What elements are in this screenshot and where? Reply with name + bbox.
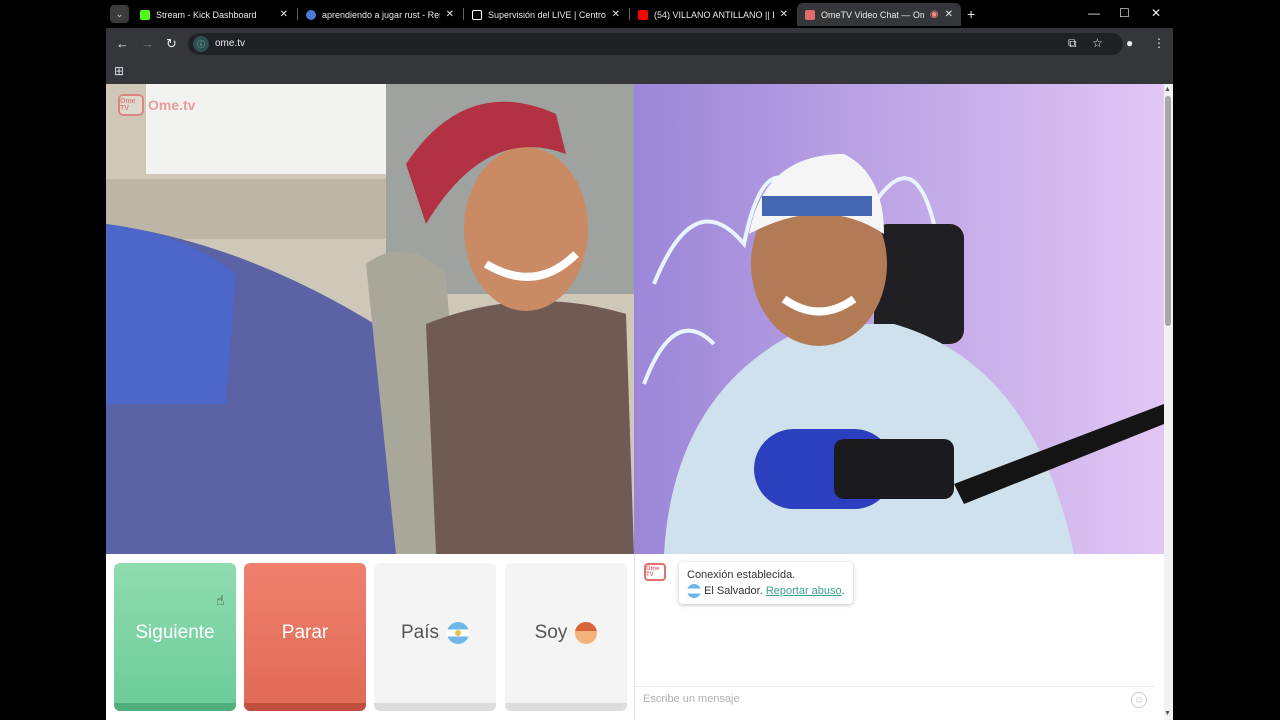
country-button[interactable]: País — [374, 563, 496, 711]
tab-title: (54) VILLANO ANTILLANO || BZ — [654, 9, 774, 20]
bookmark-star-icon[interactable]: ☆ — [1092, 36, 1103, 50]
message-input[interactable] — [635, 687, 1115, 711]
close-icon[interactable]: ✕ — [446, 9, 454, 20]
chat-panel: Ome TV Conexión establecida. El Salvador… — [634, 554, 1155, 720]
stop-button-label: Parar — [281, 622, 329, 643]
flag-icon — [687, 584, 701, 599]
install-app-icon[interactable]: ⧉ — [1068, 36, 1077, 51]
ometv-watermark: Ome TV Ome.tv — [118, 94, 195, 116]
country-text: El Salvador. — [704, 585, 763, 597]
kick-icon — [140, 9, 150, 20]
close-icon[interactable]: ✕ — [612, 9, 620, 20]
system-message: Conexión establecida. El Salvador. Repor… — [679, 562, 853, 604]
brand-name: Ome.tv — [148, 97, 196, 113]
tab-title: aprendiendo a jugar rust - Rest — [322, 9, 440, 20]
self-video-frame — [634, 84, 1164, 554]
address-bar[interactable] — [188, 33, 1123, 55]
tab-title: Supervisión del LIVE | Centro LI — [488, 9, 606, 20]
gender-button[interactable]: Soy — [505, 563, 627, 711]
gender-button-label: Soy — [534, 622, 568, 643]
menu-kebab-icon[interactable]: ⋮ — [1153, 36, 1165, 50]
tab-kick[interactable]: Stream - Kick Dashboard ✕ — [132, 3, 296, 26]
profile-avatar-icon[interactable]: ● — [1126, 36, 1133, 50]
stranger-video-frame — [106, 84, 634, 554]
connection-status-text: Conexión establecida. — [687, 569, 796, 581]
site-icon — [306, 9, 316, 20]
report-abuse-link[interactable]: Reportar abuso — [766, 585, 842, 597]
scroll-up-icon[interactable]: ▲ — [1164, 86, 1171, 93]
tab-title: OmeTV Video Chat — Ome — [821, 9, 924, 20]
self-video — [634, 84, 1164, 554]
close-icon[interactable]: ✕ — [280, 9, 288, 20]
forward-icon[interactable]: → — [141, 36, 154, 52]
message-input-area: ☺ — [635, 686, 1155, 712]
ometv-page: Ome TV Ome.tv Siguiente Parar País Soy ☝… — [106, 84, 1164, 720]
close-window-icon[interactable]: ✕ — [1151, 6, 1161, 20]
site-info-icon[interactable]: ⓘ — [193, 36, 209, 52]
tiktok-icon — [472, 9, 482, 20]
hand-cursor-icon: ☝ — [216, 592, 225, 608]
close-icon[interactable]: ✕ — [780, 9, 788, 20]
url-text: ome.tv — [215, 38, 246, 49]
tab-youtube[interactable]: (54) VILLANO ANTILLANO || BZ ✕ — [630, 3, 796, 26]
stop-button[interactable]: Parar — [244, 563, 366, 711]
tab-search-button[interactable]: ⌄ — [110, 5, 129, 23]
scroll-down-icon[interactable]: ▼ — [1164, 710, 1171, 717]
scrollbar-thumb[interactable] — [1165, 96, 1171, 326]
argentina-flag-icon — [447, 622, 470, 644]
tv-logo-icon: Ome TV — [644, 563, 666, 581]
country-button-label: País — [400, 622, 440, 643]
maximize-icon[interactable]: ☐ — [1119, 6, 1130, 20]
apps-grid-icon[interactable]: ⊞ — [114, 64, 124, 78]
ometv-icon — [805, 9, 815, 20]
bookmarks-bar — [106, 60, 1173, 84]
recording-icon: ◉ — [929, 9, 939, 20]
country-line: El Salvador. Reportar abuso. — [687, 583, 845, 599]
tab-ometv[interactable]: OmeTV Video Chat — Ome ◉ ✕ — [797, 3, 961, 26]
next-button-label: Siguiente — [135, 622, 215, 643]
new-tab-icon[interactable]: + — [967, 6, 975, 22]
tab-tiktok-live[interactable]: Supervisión del LIVE | Centro LI ✕ — [464, 3, 628, 26]
back-icon[interactable]: ← — [116, 36, 129, 52]
tv-logo-icon: Ome TV — [118, 94, 144, 116]
stranger-video: Ome TV Ome.tv — [106, 84, 634, 554]
youtube-icon — [638, 9, 648, 20]
reload-icon[interactable]: ↻ — [166, 36, 177, 52]
close-icon[interactable]: ✕ — [945, 9, 953, 20]
next-button[interactable]: Siguiente — [114, 563, 236, 711]
boy-avatar-icon — [575, 622, 598, 644]
period-text: . — [841, 585, 845, 597]
tab-rust[interactable]: aprendiendo a jugar rust - Rest ✕ — [298, 3, 462, 26]
tab-title: Stream - Kick Dashboard — [156, 9, 257, 20]
emoji-icon[interactable]: ☺ — [1131, 692, 1147, 708]
minimize-icon[interactable]: — — [1088, 6, 1100, 20]
